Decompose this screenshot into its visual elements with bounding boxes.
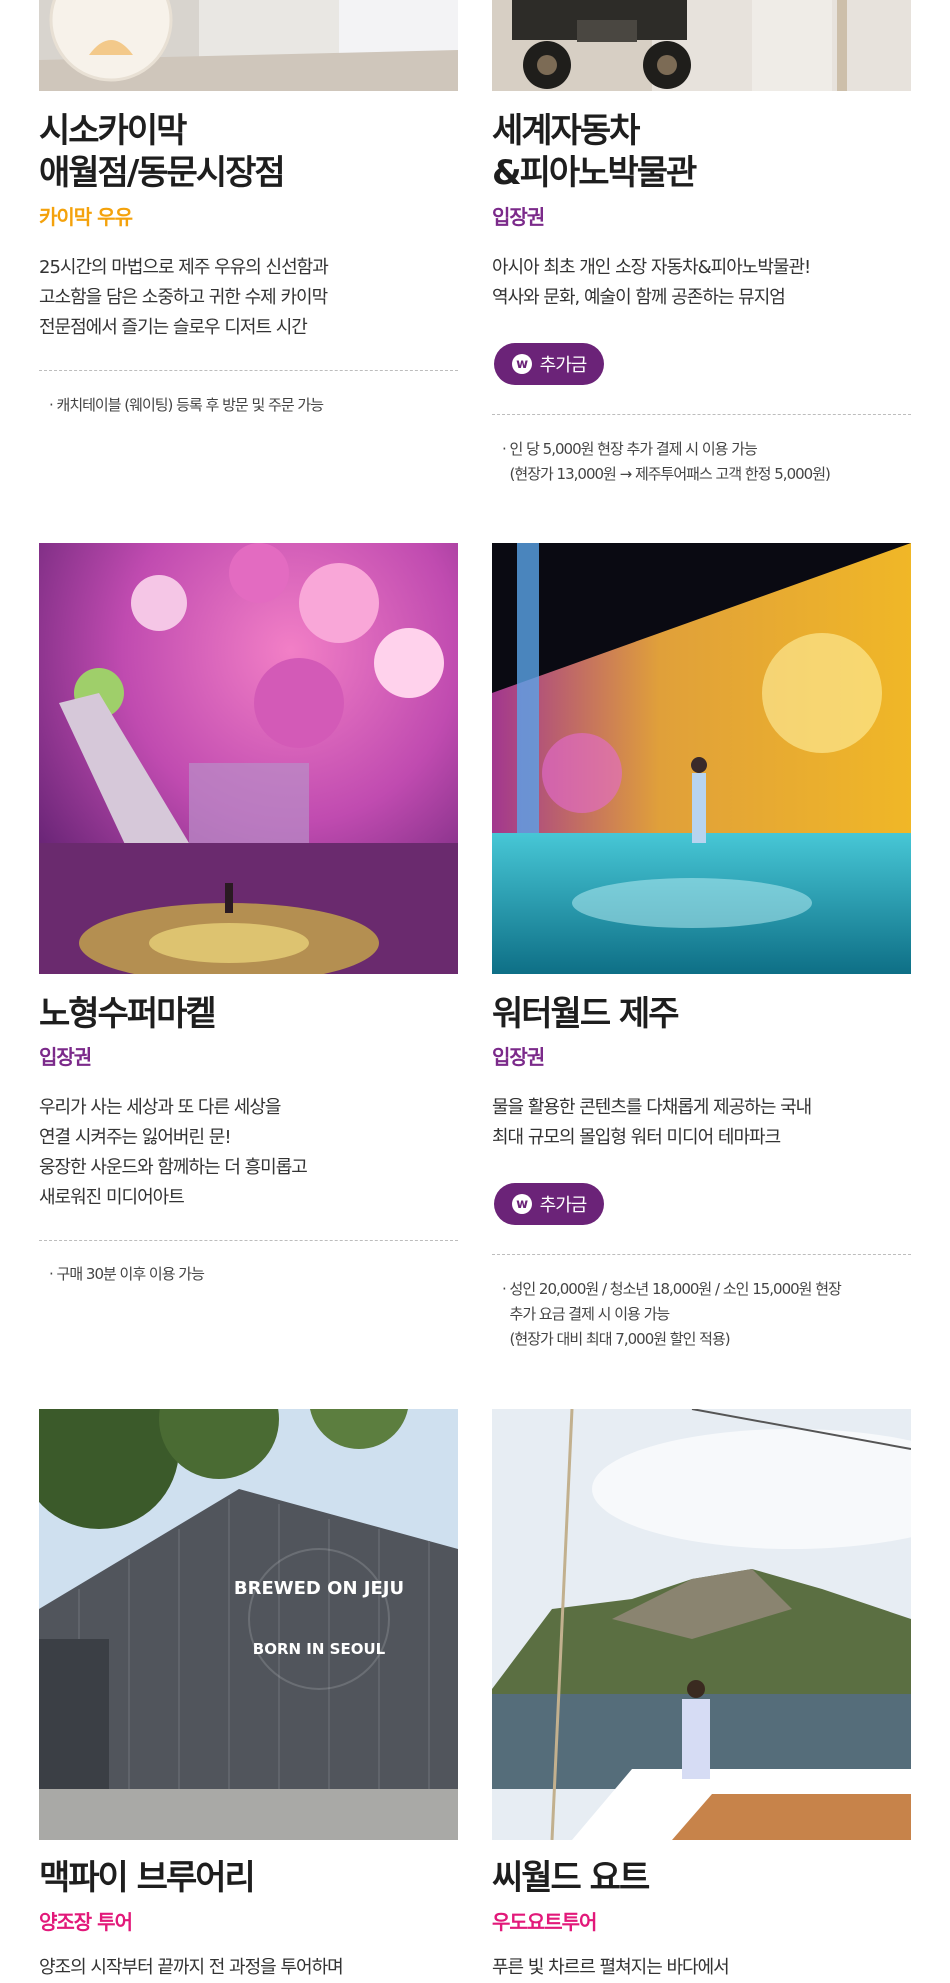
card-description: 25시간의 마법으로 제주 우유의 신선함과 고소함을 담은 소중하고 귀한 수제…	[39, 257, 329, 338]
sign-text-top: BREWED ON JEJU	[234, 1578, 404, 1599]
w-circle-icon: w	[511, 1194, 532, 1214]
card-subtitle: 입장권	[492, 205, 545, 229]
card-description: 아시아 최초 개인 소장 자동차&피아노박물관! 역사와 문화, 예술이 함께 공…	[492, 257, 811, 308]
w-circle-icon: w	[511, 354, 532, 374]
surcharge-badge: w 추가금	[494, 343, 604, 385]
card-title: 맥파이 브루어리	[39, 1858, 256, 1898]
kaymak-photo	[39, 0, 458, 91]
divider	[492, 414, 911, 415]
vintage-car-photo	[492, 0, 911, 91]
card-title: 워터월드 제주	[492, 994, 680, 1034]
card-subtitle: 입장권	[39, 1045, 92, 1069]
divider	[39, 370, 458, 371]
card-note: · 캐치테이블 (웨이팅) 등록 후 방문 및 주문 가능	[49, 396, 324, 414]
card-note: · 성인 20,000원 / 청소년 18,000원 / 소인 15,000원 …	[502, 1280, 842, 1348]
card-subtitle: 카이막 우유	[39, 205, 133, 229]
sign-text-bottom: BORN IN SEOUL	[253, 1640, 386, 1658]
divider	[39, 1240, 458, 1241]
card-title: 시소카이막 애월점/동문시장점	[39, 111, 286, 193]
divider	[492, 1254, 911, 1255]
card-description: 푸른 빛 차르르 펼쳐지는 바다에서	[492, 1957, 730, 1978]
card-title: 노형수퍼마켙	[39, 994, 217, 1034]
brewery-building-photo: BREWED ON JEJU BORN IN SEOUL	[39, 1409, 458, 1840]
surcharge-badge: w 추가금	[494, 1183, 604, 1225]
media-art-flower-photo	[39, 543, 458, 974]
card-subtitle: 우도요트투어	[492, 1910, 597, 1934]
card-description: 양조의 시작부터 끝까지 전 과정을 투어하며	[39, 1957, 344, 1978]
card-description: 물을 활용한 콘텐츠를 다채롭게 제공하는 국내 최대 규모의 몰입형 워터 미디…	[492, 1097, 812, 1148]
card-note: · 인 당 5,000원 현장 추가 결제 시 이용 가능 (현장가 13,00…	[502, 440, 831, 483]
yacht-island-photo	[492, 1409, 911, 1840]
card-title: 씨월드 요트	[492, 1858, 650, 1898]
water-media-photo	[492, 543, 911, 974]
card-title: 세계자동차 &피아노박물관	[492, 111, 697, 193]
card-description: 우리가 사는 세상과 또 다른 세상을 연결 시켜주는 잃어버린 문! 웅장한 사…	[39, 1097, 308, 1208]
card-note: · 구매 30분 이후 이용 가능	[49, 1265, 205, 1283]
card-subtitle: 양조장 투어	[39, 1910, 133, 1934]
card-subtitle: 입장권	[492, 1045, 545, 1069]
